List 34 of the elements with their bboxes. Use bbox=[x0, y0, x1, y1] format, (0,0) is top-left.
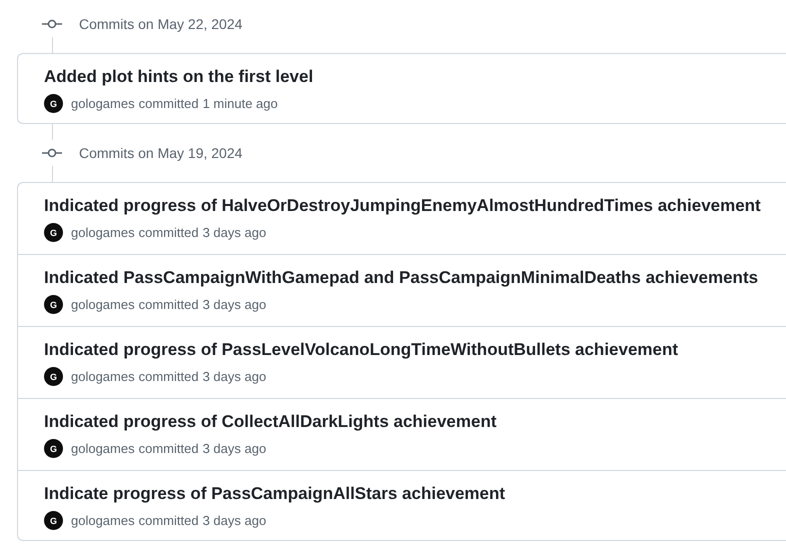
commit-title[interactable]: Indicate progress of PassCampaignAllStars achievement bbox=[44, 482, 506, 506]
commit-title[interactable]: Added plot hints on the first level bbox=[44, 65, 314, 89]
date-heading: Commits on May 19, 2024 bbox=[79, 145, 242, 161]
action-label: committed bbox=[138, 297, 199, 312]
commit-time: 3 days ago bbox=[202, 513, 266, 528]
avatar[interactable]: G bbox=[44, 511, 63, 530]
commit-title[interactable]: Indicated PassCampaignWithGamepad and PassCampaignMinimalDeaths achievements bbox=[44, 266, 758, 290]
commit-time: 3 days ago bbox=[202, 225, 266, 240]
action-label: committed bbox=[138, 225, 199, 240]
date-heading: Commits on May 22, 2024 bbox=[79, 16, 242, 32]
avatar[interactable]: G bbox=[44, 223, 63, 242]
commit-time: 3 days ago bbox=[202, 297, 266, 312]
avatar[interactable]: G bbox=[44, 295, 63, 314]
avatar[interactable]: G bbox=[44, 94, 63, 113]
commit-icon bbox=[42, 19, 62, 29]
action-label: committed bbox=[138, 369, 199, 384]
author-name[interactable]: gologames bbox=[71, 225, 135, 240]
commit-title[interactable]: Indicated progress of HalveOrDestroyJumpingEnemyAlmostHundredTimes achievement bbox=[44, 194, 761, 218]
commit-title[interactable]: Indicated progress of CollectAllDarkLights achievement bbox=[44, 410, 497, 434]
commit-time: 3 days ago bbox=[202, 369, 266, 384]
commit-title[interactable]: Indicated progress of PassLevelVolcanoLongTimeWithoutBullets achievement bbox=[44, 338, 678, 362]
commit-time: 3 days ago bbox=[202, 441, 266, 456]
avatar[interactable]: G bbox=[44, 439, 63, 458]
author-name[interactable]: gologames bbox=[71, 96, 135, 111]
action-label: committed bbox=[138, 441, 199, 456]
author-name[interactable]: gologames bbox=[71, 441, 135, 456]
author-name[interactable]: gologames bbox=[71, 513, 135, 528]
action-label: committed bbox=[138, 513, 199, 528]
commit-icon bbox=[42, 148, 62, 158]
avatar[interactable]: G bbox=[44, 367, 63, 386]
action-label: committed bbox=[138, 96, 199, 111]
author-name[interactable]: gologames bbox=[71, 369, 135, 384]
author-name[interactable]: gologames bbox=[71, 297, 135, 312]
commit-time: 1 minute ago bbox=[202, 96, 278, 111]
